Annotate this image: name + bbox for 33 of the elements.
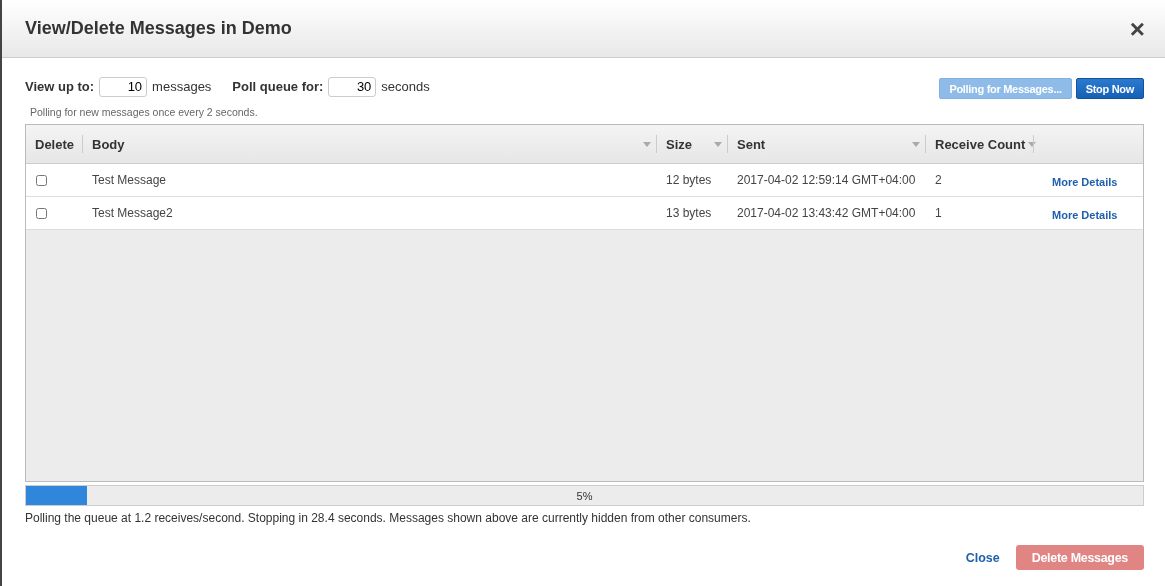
stop-button[interactable]: Stop Now [1075, 78, 1144, 99]
hint-text: Polling for new messages once every 2 seconds. [30, 106, 259, 118]
column-header[interactable]: Delete [35, 136, 75, 152]
row-checkbox[interactable] [36, 174, 47, 186]
table-cell: 1 [935, 206, 942, 220]
table-cell: 12 bytes [666, 173, 712, 187]
caret-icon[interactable] [714, 141, 722, 147]
progress-label: 5% [576, 489, 593, 502]
column-header[interactable]: Sent [737, 136, 766, 152]
field-label: View up to: [25, 79, 95, 94]
caret-icon[interactable] [912, 141, 920, 147]
row-checkbox[interactable] [36, 207, 47, 219]
status-text: Polling the queue at 1.2 receives/second. Stopping in 28.4 seconds. Messages shown above are currently hidden from other consumers. [25, 511, 752, 525]
unit-label: seconds [381, 79, 430, 94]
input-field[interactable]: 10 [99, 76, 148, 97]
table-cell: Test Message2 [92, 206, 173, 220]
input-field[interactable]: 30 [328, 76, 377, 97]
caret-icon[interactable] [643, 141, 651, 147]
column-header[interactable]: Receive Count [935, 136, 1026, 152]
table-cell: 2017-04-02 13:43:42 GMT+04:00 [737, 206, 916, 220]
dialog-title: View/Delete Messages in Demo [25, 18, 292, 39]
column-header[interactable]: Size [666, 136, 692, 152]
field-label: Poll queue for: [232, 79, 324, 94]
close-link[interactable]: Close [965, 550, 1000, 565]
table-cell: 2 [935, 173, 942, 187]
caret-icon[interactable] [1028, 141, 1037, 147]
table-cell: 13 bytes [666, 206, 712, 220]
table-cell: Test Message [92, 173, 167, 187]
unit-label: messages [152, 79, 212, 94]
table-cell: 2017-04-02 12:59:14 GMT+04:00 [737, 173, 916, 187]
column-header[interactable]: Body [92, 136, 125, 152]
details-link[interactable]: More Details [1052, 208, 1118, 221]
details-link[interactable]: More Details [1052, 175, 1118, 188]
